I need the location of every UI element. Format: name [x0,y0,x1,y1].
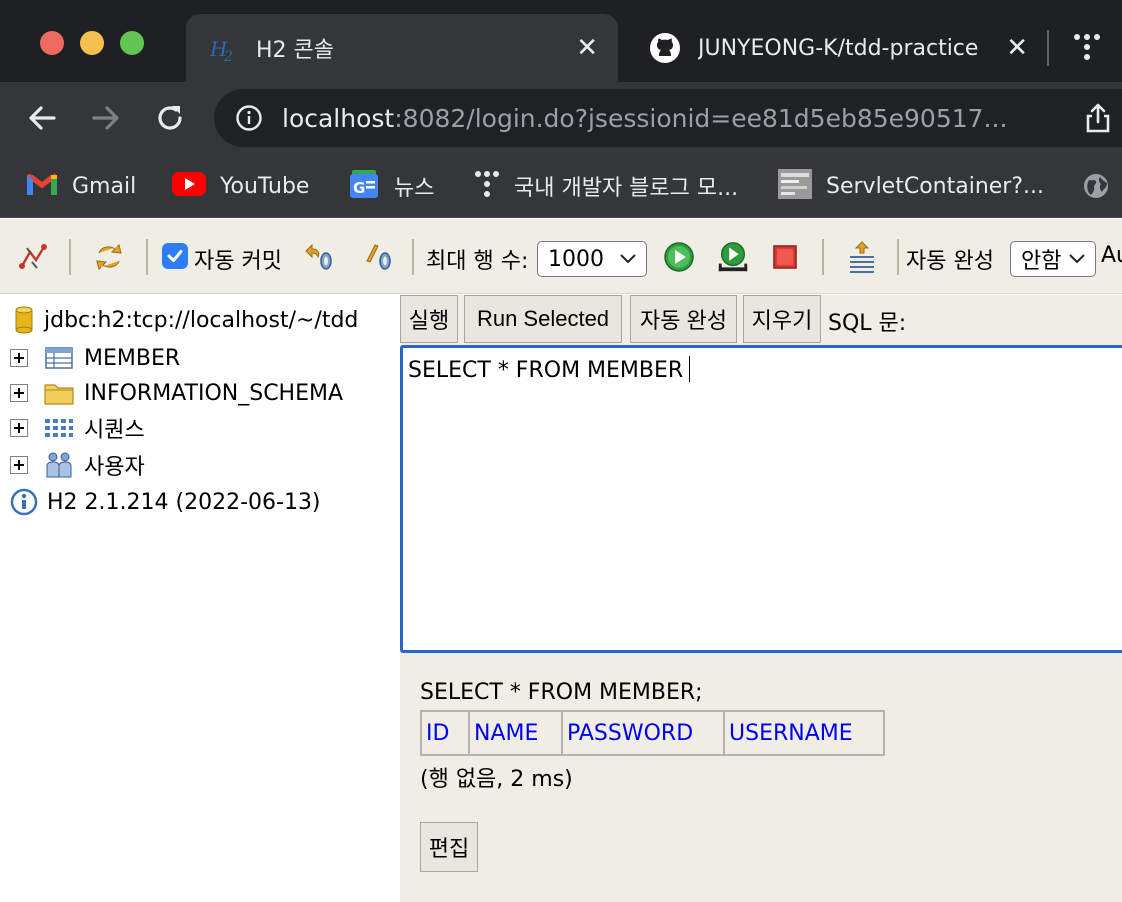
sequence-icon [44,414,74,442]
back-arrow-icon[interactable] [24,100,60,136]
h2-icon: H 2 [206,31,240,65]
column-header-id[interactable]: ID [420,710,470,756]
column-header-username[interactable]: USERNAME [723,710,885,756]
svg-text:2: 2 [223,49,233,65]
run-selected-icon[interactable] [716,240,750,274]
run-icon[interactable] [662,240,696,274]
toolbar-separator [69,239,71,275]
address-input[interactable]: localhost:8082/login.do?jsessionid=ee81d… [214,89,1122,147]
tab-title: JUNYEONG-K/tdd-practice [698,35,979,61]
tab-github[interactable]: JUNYEONG-K/tdd-practice ✕ [628,14,1048,82]
youtube-icon [172,172,206,200]
stop-icon[interactable] [768,240,802,274]
refresh-icon[interactable] [92,240,126,274]
sql-statement-label: SQL 문: [828,311,907,336]
tab-separator [1047,30,1049,66]
close-icon[interactable]: ✕ [576,33,598,63]
close-icon[interactable]: ✕ [1006,33,1028,63]
toolbar-separator [822,239,824,275]
history-icon[interactable] [845,240,879,274]
expand-icon[interactable] [10,384,28,402]
sql-editor[interactable]: SELECT * FROM MEMBER [400,345,1122,653]
autoselect-label: Au [1101,243,1122,268]
forward-arrow-icon[interactable] [88,100,124,136]
commit-icon[interactable] [360,240,394,274]
tree-item-member[interactable]: MEMBER [10,343,180,373]
bookmark-dev-blogs[interactable]: 국내 개발자 블로그 모... [474,166,738,206]
toolbar-separator [146,239,148,275]
toolbar-separator [897,239,899,275]
rollback-icon[interactable] [301,240,335,274]
tree-item-sequences[interactable]: 시퀀스 [10,413,145,443]
svg-text:G: G [353,179,365,197]
h2-toolbar: 자동 커밋 최대 행 수: 1000 자동 완성 안함 Au [0,219,1122,294]
tree-connection[interactable]: jdbc:h2:tcp://localhost/~/tdd [12,305,358,335]
dots-icon[interactable] [1072,32,1102,66]
users-icon [44,451,74,479]
bookmark-youtube[interactable]: YouTube [172,166,309,206]
bookmark-gmail[interactable]: Gmail [26,166,136,206]
max-rows-label: 최대 행 수: [426,249,529,274]
table-header-row: ID NAME PASSWORD USERNAME [420,710,885,756]
expand-icon[interactable] [10,456,28,474]
clear-button[interactable]: 지우기 [743,295,821,343]
tree-version: H2 2.1.214 (2022-06-13) [9,487,321,517]
schema-tree: jdbc:h2:tcp://localhost/~/tdd MEMBER INF… [0,295,400,902]
toolbar-separator [412,239,414,275]
browser-tab-bar: H 2 H2 콘솔 ✕ JUNYEONG-K/tdd-practice ✕ [0,0,1122,82]
autocomplete-button[interactable]: 자동 완성 [630,295,737,343]
run-selected-button[interactable]: Run Selected [464,295,622,343]
bookmark-news[interactable]: G 뉴스 [348,166,434,206]
result-statement: SELECT * FROM MEMBER; [420,680,703,705]
bookmark-servlet[interactable]: ServletContainer?... [778,166,1044,206]
folder-icon [44,379,74,407]
result-info: (행 없음, 2 ms) [420,767,573,792]
browser-address-bar: localhost:8082/login.do?jsessionid=ee81d… [0,82,1122,154]
github-icon [648,31,682,65]
result-table: ID NAME PASSWORD USERNAME [420,710,885,756]
expand-icon[interactable] [10,349,28,367]
database-icon [12,306,36,334]
tree-item-information-schema[interactable]: INFORMATION_SCHEMA [10,378,343,408]
edit-button[interactable]: 편집 [420,822,478,872]
query-pane: 실행 Run Selected 자동 완성 지우기 SQL 문: SELECT … [400,295,1122,902]
autocommit-checkbox[interactable] [162,243,188,269]
text-caret [689,356,691,382]
sql-query-text: SELECT * FROM MEMBER [408,356,691,383]
autocommit-label: 자동 커밋 [194,249,282,274]
column-header-password[interactable]: PASSWORD [561,710,725,756]
disconnect-icon[interactable] [16,240,50,274]
tab-h2-console[interactable]: H 2 H2 콘솔 ✕ [186,14,618,82]
globe-icon[interactable] [1082,166,1110,206]
tree-item-users[interactable]: 사용자 [10,450,145,480]
chevron-down-icon [1067,248,1087,274]
gmail-icon [26,171,58,201]
tab-title: H2 콘솔 [256,38,335,63]
url-text: localhost:8082/login.do?jsessionid=ee81d… [282,103,1008,133]
thumbnail-icon [778,169,812,203]
expand-icon[interactable] [10,419,28,437]
autocomplete-label: 자동 완성 [906,249,994,274]
reload-icon[interactable] [152,100,188,136]
close-window-button[interactable] [40,31,64,55]
table-icon [44,344,74,372]
bookmarks-bar: Gmail YouTube G 뉴스 국내 개발자 블로그 모... Servl… [0,154,1122,218]
info-icon [9,488,39,516]
share-icon[interactable] [1084,102,1112,138]
dots-icon [474,170,500,202]
info-icon[interactable] [234,103,264,133]
column-header-name[interactable]: NAME [468,710,563,756]
chevron-down-icon [618,248,638,274]
google-news-icon: G [348,168,380,204]
autocomplete-select[interactable]: 안함 [1010,241,1096,277]
max-rows-select[interactable]: 1000 [537,241,647,277]
minimize-window-button[interactable] [80,31,104,55]
run-button[interactable]: 실행 [400,295,458,343]
maximize-window-button[interactable] [120,31,144,55]
